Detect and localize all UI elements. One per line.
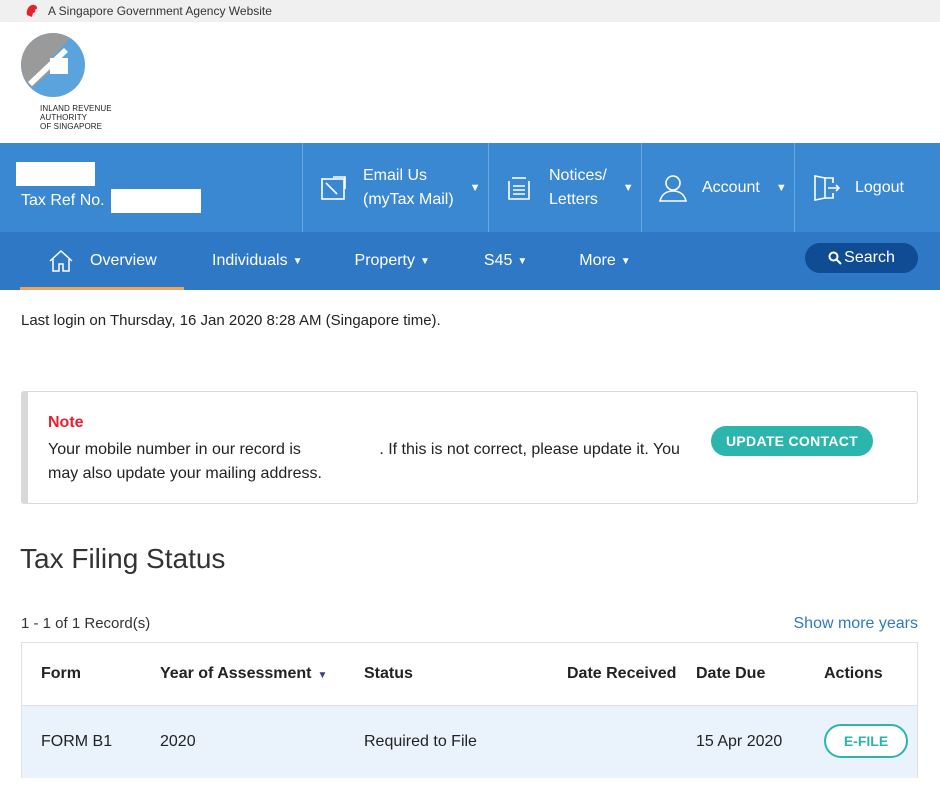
- chevron-down-icon: ▼: [469, 181, 481, 194]
- nav-more-label: More: [579, 252, 616, 269]
- logout-label: Logout: [855, 178, 904, 196]
- tax-ref-label: Tax Ref No.: [21, 192, 105, 209]
- nav-overview[interactable]: Overview: [20, 232, 184, 290]
- update-contact-button[interactable]: UPDATE CONTACT: [711, 426, 873, 456]
- mail-compose-icon: [321, 175, 346, 200]
- notices-letters-label: Notices/ Letters: [549, 166, 607, 208]
- logout-door-icon: [814, 174, 841, 201]
- col-date-due: Date Due: [696, 665, 766, 682]
- sort-desc-icon: ▼: [317, 670, 328, 681]
- search-button[interactable]: Search: [805, 243, 918, 273]
- chevron-down-icon: ▼: [622, 181, 634, 194]
- col-year-of-assessment[interactable]: Year of Assessment ▼: [160, 665, 327, 683]
- gov-agency-text: A Singapore Government Agency Website: [48, 4, 272, 18]
- col-form: Form: [41, 665, 81, 682]
- logo-text: INLAND REVENUE AUTHORITY OF SINGAPORE: [40, 104, 112, 131]
- chevron-down-icon: ▼: [517, 255, 528, 267]
- iras-logo[interactable]: INLAND REVENUE AUTHORITY OF SINGAPORE: [20, 32, 115, 131]
- show-more-years-link[interactable]: Show more years: [794, 615, 919, 633]
- header-logo-area: INLAND REVENUE AUTHORITY OF SINGAPORE: [0, 22, 940, 143]
- redacted-name: [16, 162, 95, 186]
- nav-individuals-label: Individuals: [212, 252, 288, 269]
- logout-button[interactable]: Logout: [794, 143, 940, 232]
- chevron-down-icon: ▼: [620, 255, 631, 267]
- gov-agency-bar: A Singapore Government Agency Website: [0, 0, 940, 22]
- home-icon: [49, 249, 73, 272]
- section-title: Tax Filing Status: [20, 543, 226, 574]
- nav-s45[interactable]: S45 ▼: [484, 232, 527, 290]
- cell-form: FORM B1: [41, 733, 113, 750]
- chevron-down-icon: ▼: [775, 181, 787, 194]
- tax-ref-row: Tax Ref No.: [21, 189, 201, 213]
- table-row: FORM B1 2020 Required to File 15 Apr 202…: [22, 706, 917, 778]
- main-nav: Overview Individuals ▼ Property ▼ S45 ▼ Mor…: [0, 232, 940, 290]
- nav-individuals[interactable]: Individuals ▼: [212, 232, 303, 290]
- chevron-down-icon: ▼: [419, 255, 430, 267]
- col-status: Status: [364, 665, 413, 682]
- chevron-down-icon: ▼: [292, 255, 303, 267]
- table-header: Form Year of Assessment ▼ Status Date Rec…: [22, 643, 917, 706]
- col-date-received: Date Received: [567, 665, 677, 682]
- cell-status: Required to File: [364, 733, 477, 750]
- user-icon: [658, 174, 688, 202]
- search-icon: [828, 251, 842, 265]
- col-actions: Actions: [824, 665, 883, 682]
- note-text: Your mobile number in our record is . If…: [48, 441, 680, 482]
- efile-button[interactable]: E-FILE: [824, 724, 908, 758]
- document-icon: [508, 176, 530, 200]
- nav-more[interactable]: More ▼: [579, 232, 630, 290]
- contact-note: Note Your mobile number in our record is…: [21, 391, 918, 504]
- iras-emblem-icon: [21, 33, 85, 97]
- nav-s45-label: S45: [483, 252, 513, 269]
- cell-year: 2020: [160, 733, 196, 750]
- email-us-menu[interactable]: Email Us (myTax Mail) ▼: [302, 143, 488, 232]
- account-info: Tax Ref No.: [0, 143, 302, 232]
- last-login-text: Last login on Thursday, 16 Jan 2020 8:28…: [21, 312, 441, 329]
- email-us-label: Email Us (myTax Mail): [363, 166, 454, 208]
- notices-letters-menu[interactable]: Notices/ Letters ▼: [488, 143, 641, 232]
- nav-overview-label: Overview: [90, 252, 157, 269]
- search-label: Search: [844, 249, 895, 266]
- nav-property-label: Property: [354, 252, 415, 269]
- tax-filing-table: Form Year of Assessment ▼ Status Date Rec…: [21, 642, 918, 778]
- lion-head-icon: [26, 4, 37, 17]
- top-account-bar: Tax Ref No. Email Us (myTax Mail) ▼ Noti…: [0, 143, 940, 232]
- account-menu[interactable]: Account ▼: [641, 143, 794, 232]
- redacted-tax-ref: [110, 189, 201, 213]
- cell-date-due: 15 Apr 2020: [696, 733, 783, 750]
- note-title: Note: [48, 414, 84, 431]
- record-count: 1 - 1 of 1 Record(s): [21, 615, 151, 632]
- account-label: Account: [702, 178, 760, 196]
- nav-property[interactable]: Property ▼: [355, 232, 430, 290]
